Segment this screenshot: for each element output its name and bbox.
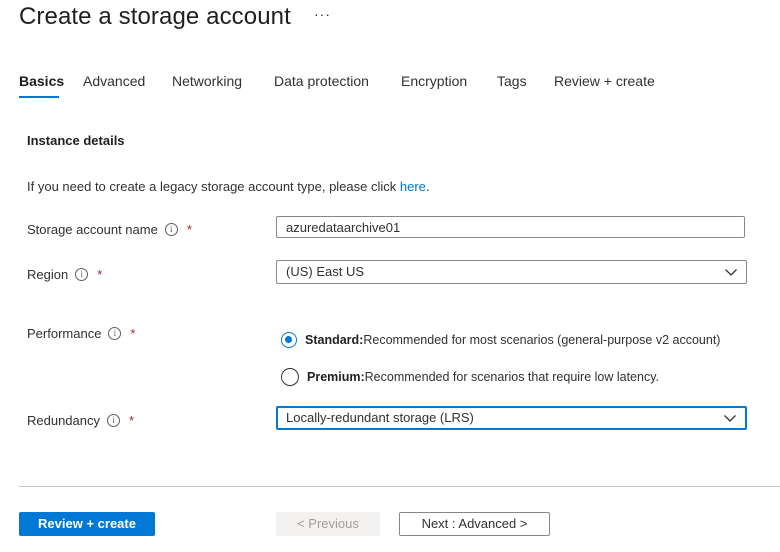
radio-dot: [285, 336, 292, 343]
tab-data-protection[interactable]: Data protection: [274, 73, 369, 89]
section-title: Instance details: [27, 133, 125, 148]
region-value: (US) East US: [286, 264, 365, 279]
region-label: Region: [27, 267, 69, 282]
region-select[interactable]: (US) East US: [276, 260, 747, 284]
storage-name-label: Storage account name: [27, 222, 158, 237]
storage-name-input[interactable]: [276, 216, 745, 238]
tab-basics[interactable]: Basics: [19, 73, 64, 89]
redundancy-label-row: Redundancy i *: [27, 413, 134, 428]
redundancy-label: Redundancy: [27, 413, 100, 428]
chevron-down-icon: [724, 415, 736, 422]
more-options-icon[interactable]: ···: [314, 6, 331, 22]
performance-label: Performance: [27, 326, 102, 341]
legacy-end: .: [425, 179, 430, 194]
active-tab-indicator: [19, 96, 59, 98]
standard-desc: Recommended for most scenarios (general-…: [363, 333, 721, 347]
performance-premium-option[interactable]: Premium: Recommended for scenarios that …: [281, 368, 659, 386]
region-label-row: Region i *: [27, 267, 102, 282]
page-title: Create a storage account: [19, 3, 291, 30]
premium-desc: Recommended for scenarios that require l…: [364, 370, 660, 384]
required-asterisk: *: [97, 267, 103, 282]
performance-standard-option[interactable]: Standard: Recommended for most scenarios…: [281, 332, 720, 348]
tab-tags[interactable]: Tags: [497, 73, 527, 89]
chevron-down-icon: [725, 269, 737, 276]
footer-divider: [19, 486, 780, 487]
legacy-text: If you need to create a legacy storage a…: [27, 179, 400, 194]
standard-title: Standard:: [305, 333, 364, 347]
info-icon[interactable]: i: [75, 268, 89, 281]
premium-title: Premium:: [307, 370, 365, 384]
info-icon[interactable]: i: [107, 414, 120, 427]
radio-premium[interactable]: [281, 368, 299, 386]
legacy-notice: If you need to create a legacy storage a…: [27, 179, 430, 194]
legacy-here-link[interactable]: here: [400, 179, 426, 194]
info-icon[interactable]: i: [164, 223, 178, 236]
performance-label-row: Performance i *: [27, 326, 135, 341]
tab-review-create[interactable]: Review + create: [554, 73, 655, 89]
required-asterisk: *: [186, 222, 192, 237]
tab-networking[interactable]: Networking: [172, 73, 242, 89]
review-create-button[interactable]: Review + create: [19, 512, 155, 536]
redundancy-value: Locally-redundant storage (LRS): [286, 410, 474, 425]
tab-advanced[interactable]: Advanced: [83, 73, 145, 89]
tab-encryption[interactable]: Encryption: [401, 73, 467, 89]
info-icon[interactable]: i: [108, 327, 122, 340]
previous-button[interactable]: < Previous: [276, 512, 380, 536]
redundancy-select[interactable]: Locally-redundant storage (LRS): [276, 406, 747, 430]
required-asterisk: *: [130, 326, 136, 341]
next-advanced-button[interactable]: Next : Advanced >: [399, 512, 550, 536]
radio-standard[interactable]: [281, 332, 297, 348]
required-asterisk: *: [129, 413, 135, 428]
storage-name-label-row: Storage account name i *: [27, 222, 192, 237]
